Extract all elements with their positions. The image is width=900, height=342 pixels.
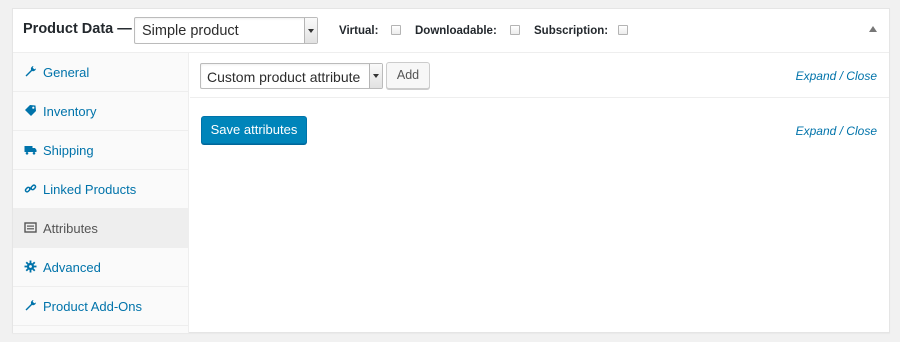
tab-general[interactable]: General [13, 53, 189, 92]
gear-icon [24, 260, 37, 273]
product-data-tabs: General Inventory Shipping Linked Produc… [13, 53, 189, 333]
save-attributes-button[interactable]: Save attributes [201, 116, 307, 144]
tab-shipping-label: Shipping [43, 143, 94, 158]
truck-icon [24, 143, 37, 156]
tab-general-label: General [43, 65, 90, 80]
attributes-panel: Custom product attribute Add Expand / Cl… [190, 53, 889, 332]
panel-title: Product Data — [23, 21, 132, 37]
downloadable-checkbox[interactable] [510, 25, 520, 35]
product-data-header: Product Data — Simple product Virtual: D… [13, 9, 889, 53]
tab-product-add-ons-label: Product Add-Ons [43, 299, 142, 314]
chevron-down-icon[interactable] [304, 18, 317, 43]
tab-attributes[interactable]: Attributes [13, 209, 189, 248]
tab-inventory-label: Inventory [43, 104, 97, 119]
attribute-type-value: Custom product attribute [207, 69, 361, 85]
tab-shipping[interactable]: Shipping [13, 131, 189, 170]
expand-close-link[interactable]: Expand / Close [796, 69, 877, 83]
tab-advanced-label: Advanced [43, 260, 101, 275]
product-data-panel: Product Data — Simple product Virtual: D… [12, 8, 890, 333]
product-type-select[interactable]: Simple product [134, 17, 318, 44]
downloadable-label: Downloadable: [415, 25, 497, 37]
add-attribute-button[interactable]: Add [386, 62, 430, 89]
tab-advanced[interactable]: Advanced [13, 248, 189, 287]
subscription-label: Subscription: [534, 25, 609, 37]
attribute-type-select[interactable]: Custom product attribute [200, 63, 383, 89]
tab-inventory[interactable]: Inventory [13, 92, 189, 131]
product-type-value: Simple product [142, 23, 239, 39]
chevron-down-icon[interactable] [369, 64, 382, 88]
collapse-toggle-icon[interactable] [869, 26, 877, 32]
tab-linked-products[interactable]: Linked Products [13, 170, 189, 209]
wrench-icon [24, 299, 37, 312]
attributes-toolbar: Custom product attribute Add Expand / Cl… [190, 53, 889, 98]
tag-icon [24, 104, 37, 117]
wrench-icon [24, 65, 37, 78]
tab-attributes-label: Attributes [43, 221, 98, 236]
subscription-checkbox[interactable] [618, 25, 628, 35]
list-icon [24, 221, 37, 234]
virtual-checkbox[interactable] [391, 25, 401, 35]
link-icon [24, 182, 37, 195]
virtual-label: Virtual: [339, 25, 379, 37]
tab-product-add-ons[interactable]: Product Add-Ons [13, 287, 189, 326]
tab-linked-products-label: Linked Products [43, 182, 137, 197]
expand-close-link-bottom[interactable]: Expand / Close [796, 124, 877, 138]
